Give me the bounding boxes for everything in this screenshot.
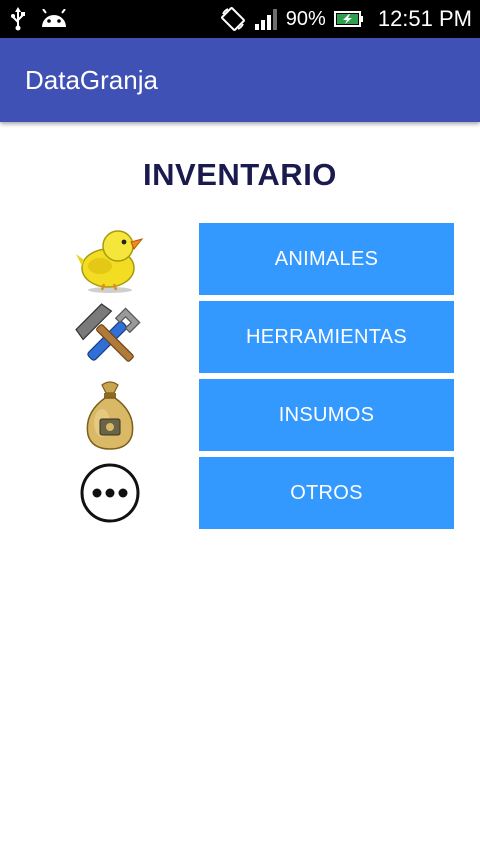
usb-icon [11, 7, 25, 31]
chick-icon [72, 223, 148, 295]
inventory-row-otros: OTROS [0, 457, 480, 529]
inventory-row-animales: ANIMALES [0, 223, 480, 295]
inventory-row-herramientas: HERRAMIENTAS [0, 301, 480, 373]
screen-rotation-icon [220, 7, 245, 31]
clock: 12:51 PM [377, 6, 472, 31]
herramientas-button[interactable]: HERRAMIENTAS [199, 301, 454, 373]
otros-button[interactable]: OTROS [199, 457, 454, 529]
tools-icon [72, 301, 148, 373]
animales-button[interactable]: ANIMALES [199, 223, 454, 295]
android-icon [42, 9, 66, 27]
page-title: INVENTARIO [143, 157, 337, 192]
insumos-button[interactable]: INSUMOS [199, 379, 454, 451]
battery-charging-icon [333, 11, 363, 27]
status-right-group: 90% 12:51 PM [220, 6, 472, 32]
status-bar: 90% 12:51 PM [0, 0, 480, 38]
signal-icon [254, 9, 277, 30]
status-left-group [10, 7, 68, 31]
app-bar: DataGranja [0, 38, 480, 122]
app-title: DataGranja [25, 64, 158, 95]
money-bag-icon [72, 379, 148, 451]
battery-percent: 90% [285, 7, 326, 30]
inventory-row-insumos: INSUMOS [0, 379, 480, 451]
more-icon [72, 457, 148, 529]
